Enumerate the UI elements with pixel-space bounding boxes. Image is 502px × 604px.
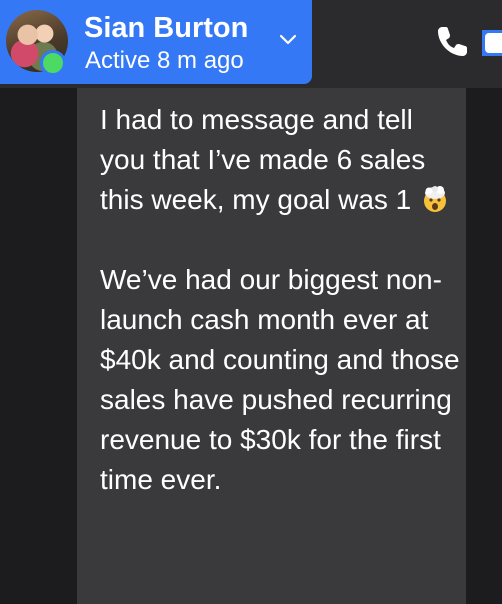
conversation-header: Sian Burton Active 8 m ago [0, 0, 502, 88]
message-paragraph-1-text: I had to message and tell you that I’ve … [100, 104, 426, 215]
contact-name: Sian Burton [84, 12, 249, 44]
chevron-down-icon[interactable] [278, 32, 298, 48]
exploding-head-emoji-icon [424, 186, 447, 212]
message-paragraph-1: I had to message and tell you that I’ve … [100, 100, 460, 220]
active-status-dot [40, 50, 66, 76]
active-status-text: Active 8 m ago [85, 47, 244, 74]
video-camera-shape [485, 33, 502, 53]
phone-icon[interactable] [432, 22, 472, 62]
message-paragraph-2: We’ve had our biggest non-launch cash mo… [100, 264, 460, 495]
chat-screen: Sian Burton Active 8 m ago I had to mess… [0, 0, 502, 604]
contact-info-button[interactable]: Sian Burton Active 8 m ago [0, 0, 312, 84]
message-text: I had to message and tell you that I’ve … [100, 100, 460, 500]
video-icon[interactable] [482, 30, 502, 56]
